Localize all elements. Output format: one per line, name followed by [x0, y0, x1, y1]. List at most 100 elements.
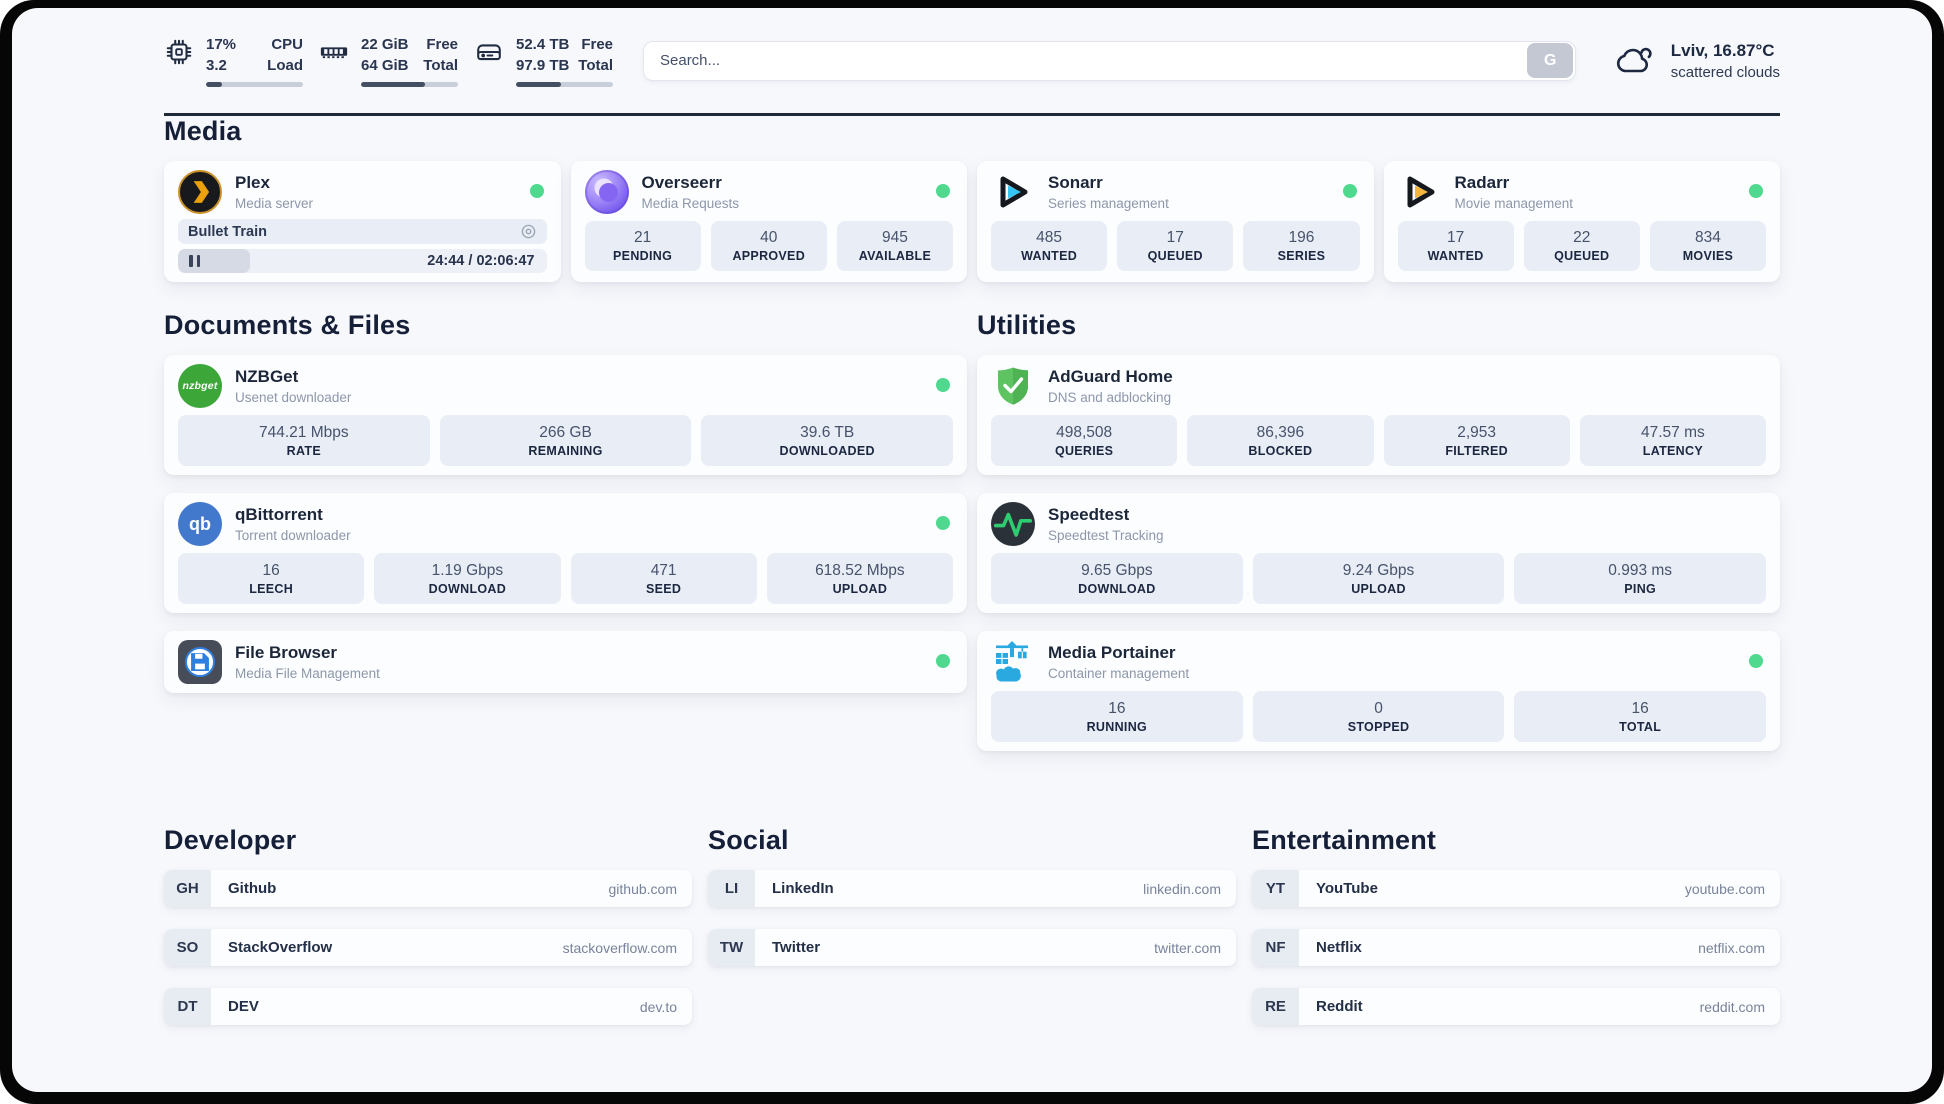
- adguard-titles: AdGuard Home DNS and adblocking: [1048, 366, 1173, 407]
- portainer-titles: Media Portainer Container management: [1048, 642, 1189, 683]
- app-description: Series management: [1048, 195, 1169, 211]
- nzbget-header: nzbget NZBGet Usenet downloader: [178, 364, 953, 408]
- stat-pill: 744.21 Mbps RATE: [178, 415, 430, 466]
- app-name: Overseerr: [641, 172, 722, 192]
- plex-icon: [178, 170, 222, 214]
- app-description: Media server: [235, 195, 314, 211]
- bookmark-name: DEV: [228, 998, 259, 1015]
- system-stats: 17% 3.2 CPU Load 22 GiB 64 GiB Free Tota…: [164, 34, 613, 87]
- section-title-media: Media: [164, 116, 242, 146]
- disk-labels: Free Total: [578, 36, 613, 74]
- sonarr-icon: [991, 170, 1035, 214]
- portainer-stats: 16 RUNNING 0 STOPPED 16 TOTAL: [991, 691, 1767, 742]
- overseerr-titles: Overseerr Media Requests: [642, 172, 740, 213]
- bookmark-youtube[interactable]: YT YouTube youtube.com: [1252, 870, 1780, 907]
- bookmark-github[interactable]: GH Github github.com: [164, 870, 692, 907]
- app-card-portainer[interactable]: Media Portainer Container management 16 R…: [977, 631, 1780, 751]
- stat-pill: 86,396 BLOCKED: [1187, 415, 1374, 466]
- app-card-filebrowser[interactable]: File Browser Media File Management: [164, 631, 967, 693]
- disk-stat-body: 52.4 TB 97.9 TB Free Total: [516, 34, 613, 87]
- media-disc-icon: [520, 223, 537, 240]
- stat-pill: 16 RUNNING: [991, 691, 1243, 742]
- stat-pill: 9.65 Gbps DOWNLOAD: [991, 553, 1243, 604]
- filebrowser-header: File Browser Media File Management: [178, 640, 953, 684]
- app-card-overseerr[interactable]: Overseerr Media Requests 21 PENDING 40 APP…: [570, 161, 967, 282]
- app-name: Media Portainer: [1048, 642, 1176, 662]
- stat-pill: 17 QUEUED: [1117, 221, 1234, 271]
- section-title-social: Social: [708, 825, 789, 855]
- app-name: Radarr: [1454, 172, 1510, 192]
- app-card-radarr[interactable]: Radarr Movie management 17 WANTED 22 QUEUE…: [1383, 161, 1780, 282]
- social-bookmarks: Social LI LinkedIn linkedin.com TW Twitt…: [708, 825, 1236, 1047]
- cpu-progress-bar: [206, 82, 303, 87]
- app-card-speedtest[interactable]: Speedtest Speedtest Tracking 9.65 Gbps DO…: [977, 493, 1780, 613]
- radarr-icon: [1398, 170, 1442, 214]
- search-engine-button[interactable]: G: [1527, 43, 1574, 78]
- app-card-sonarr[interactable]: Sonarr Series management 485 WANTED 17 QUE…: [977, 161, 1374, 282]
- stat-pill: 618.52 Mbps UPLOAD: [766, 553, 953, 604]
- bookmark-url: github.com: [608, 880, 677, 897]
- qbittorrent-titles: qBittorrent Torrent downloader: [235, 504, 351, 545]
- media-cards-row: Plex Media server Bullet Train 24:44 / 0…: [164, 161, 1780, 282]
- bookmark-linkedin[interactable]: LI LinkedIn linkedin.com: [708, 870, 1236, 907]
- sonarr-header: Sonarr Series management: [991, 170, 1360, 214]
- status-indicator: [936, 184, 950, 198]
- now-playing-progress-bar: 24:44 / 02:06:47: [178, 249, 547, 273]
- cpu-stat: 17% 3.2 CPU Load: [164, 34, 303, 87]
- stat-pill: 266 GB REMAINING: [439, 415, 692, 466]
- status-indicator: [1749, 654, 1763, 668]
- bookmark-abbr: RE: [1252, 988, 1299, 1025]
- app-name: qBittorrent: [235, 504, 323, 524]
- status-indicator: [936, 516, 950, 530]
- bookmark-abbr: GH: [164, 870, 211, 907]
- radarr-titles: Radarr Movie management: [1455, 172, 1574, 213]
- bookmark-abbr: TW: [708, 929, 755, 966]
- stat-pill: 834 MOVIES: [1649, 221, 1767, 271]
- app-card-nzbget[interactable]: nzbget NZBGet Usenet downloader 744.21 M…: [164, 355, 967, 475]
- bookmark-abbr: NF: [1252, 929, 1299, 966]
- app-name: AdGuard Home: [1048, 366, 1173, 386]
- app-card-adguard[interactable]: AdGuard Home DNS and adblocking 498,508 Q…: [977, 355, 1780, 475]
- qbittorrent-icon-text: qb: [189, 513, 211, 534]
- stat-pill: 0.993 ms PING: [1514, 553, 1767, 604]
- bookmark-twitter[interactable]: TW Twitter twitter.com: [708, 929, 1236, 966]
- bookmark-netflix[interactable]: NF Netflix netflix.com: [1252, 929, 1780, 966]
- bookmarks-section: Developer GH Github github.com SO StackO…: [164, 825, 1780, 1047]
- nzbget-icon: nzbget: [178, 364, 222, 408]
- bookmark-reddit[interactable]: RE Reddit reddit.com: [1252, 988, 1780, 1025]
- bookmark-name: StackOverflow: [228, 939, 333, 956]
- stat-pill: 39.6 TB DOWNLOADED: [701, 415, 954, 466]
- stat-pill: 21 PENDING: [584, 221, 701, 271]
- adguard-shield-icon: [991, 364, 1035, 408]
- section-title-documents: Documents & Files: [164, 310, 411, 340]
- plex-header: Plex Media server: [178, 170, 547, 214]
- app-description: Speedtest Tracking: [1048, 527, 1164, 543]
- stat-pill: 16 TOTAL: [1514, 691, 1767, 742]
- pause-icon[interactable]: [189, 255, 200, 267]
- app-description: Media Requests: [641, 195, 740, 211]
- speedtest-header: Speedtest Speedtest Tracking: [991, 502, 1766, 546]
- bookmark-url: linkedin.com: [1143, 880, 1221, 897]
- portainer-header: Media Portainer Container management: [991, 640, 1766, 684]
- disk-values: 52.4 TB 97.9 TB: [516, 36, 570, 74]
- disk-progress-fill: [516, 82, 561, 87]
- app-card-qbittorrent[interactable]: qb qBittorrent Torrent downloader 16 LEEC…: [164, 493, 967, 613]
- bookmark-url: dev.to: [639, 998, 677, 1015]
- radarr-header: Radarr Movie management: [1398, 170, 1767, 214]
- weather-widget: Lviv, 16.87°C scattered clouds: [1610, 37, 1780, 85]
- stat-pill: 2,953 FILTERED: [1383, 415, 1570, 466]
- speedtest-stats: 9.65 Gbps DOWNLOAD 9.24 Gbps UPLOAD 0.993 …: [991, 553, 1767, 604]
- screen-frame: 17% 3.2 CPU Load 22 GiB 64 GiB Free Tota…: [0, 0, 1944, 1104]
- memory-progress-bar: [361, 82, 458, 87]
- filebrowser-icon: [178, 640, 222, 684]
- memory-values: 22 GiB 64 GiB: [361, 36, 409, 74]
- app-card-plex[interactable]: Plex Media server Bullet Train 24:44 / 0…: [164, 161, 561, 282]
- search-input[interactable]: [643, 40, 1576, 81]
- documents-column: Documents & Files nzbget NZBGet Usenet d…: [164, 310, 967, 711]
- bookmark-name: Twitter: [772, 939, 821, 956]
- bookmark-stackoverflow[interactable]: SO StackOverflow stackoverflow.com: [164, 929, 692, 966]
- section-title-entertainment: Entertainment: [1252, 825, 1437, 855]
- bookmark-dev[interactable]: DT DEV dev.to: [164, 988, 692, 1025]
- bookmark-abbr: DT: [164, 988, 211, 1025]
- sonarr-stats: 485 WANTED 17 QUEUED 196 SERIES: [991, 221, 1360, 271]
